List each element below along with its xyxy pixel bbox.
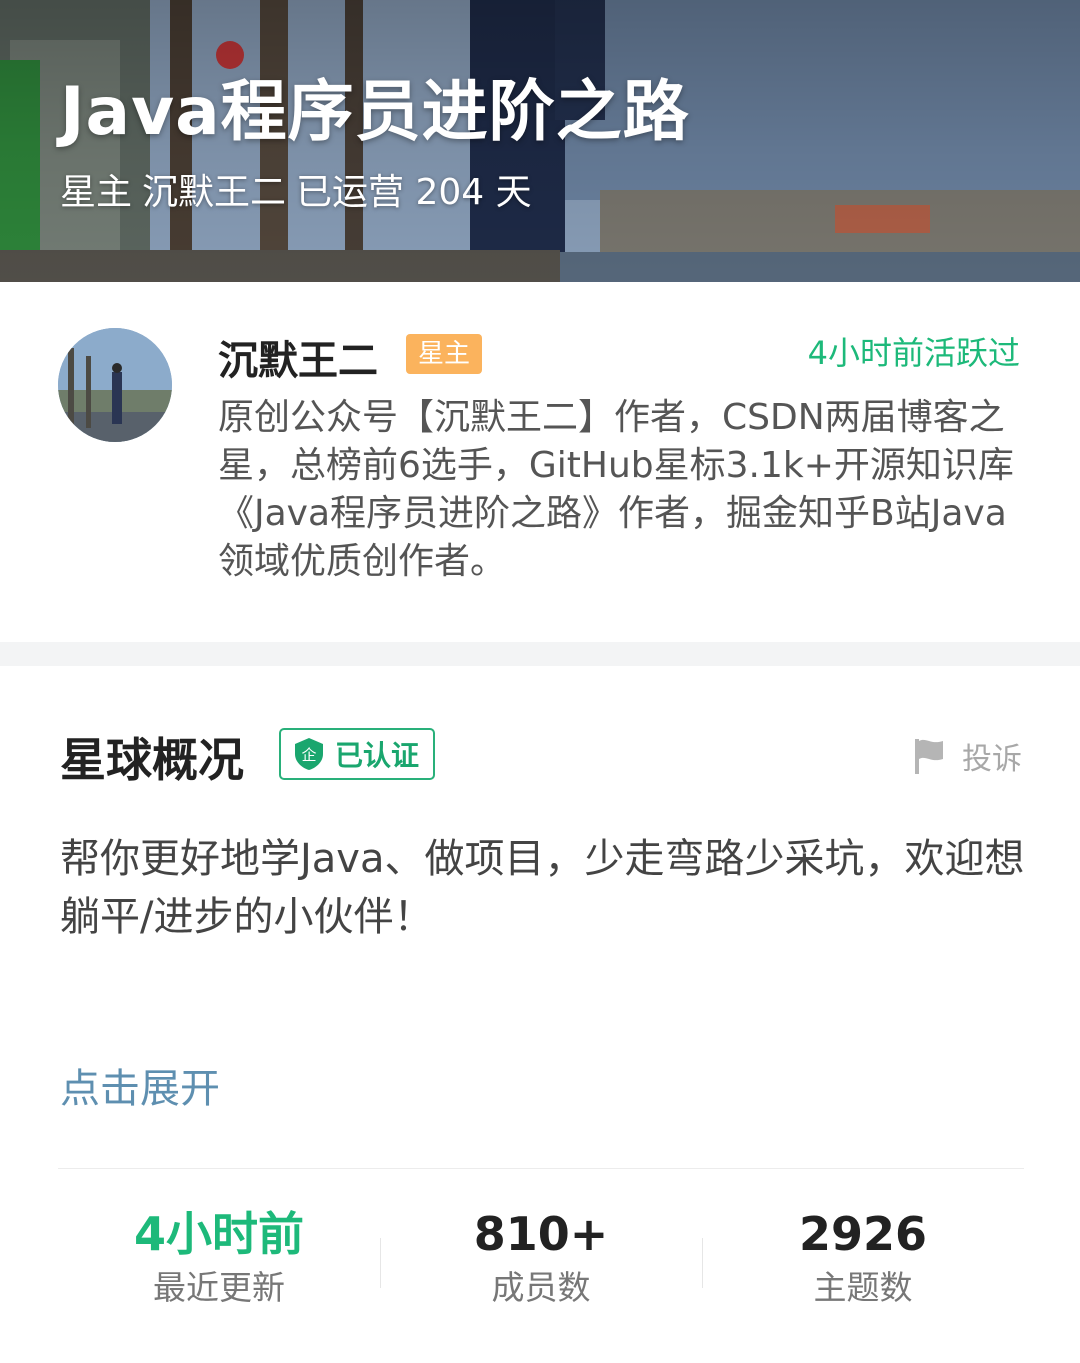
verified-label: 已认证 xyxy=(335,739,420,772)
stat-members[interactable]: 810+ 成员数 xyxy=(380,1206,702,1307)
report-button[interactable]: 投诉 xyxy=(912,734,1022,778)
planet-overview-section: 星球概况 企 已认证 投诉 帮你更好地学Java、做项目，少走弯路少采坑，欢迎想… xyxy=(0,666,1080,1363)
enterprise-shield-icon: 企 xyxy=(295,738,323,770)
stats-row: 4小时前 最近更新 810+ 成员数 2926 主题数 xyxy=(58,1206,1024,1307)
stat-label: 最近更新 xyxy=(153,1268,285,1307)
stat-last-update: 4小时前 最近更新 xyxy=(58,1206,380,1307)
planet-title: Java程序员进阶之路 xyxy=(60,73,690,150)
stat-label: 成员数 xyxy=(491,1268,591,1307)
last-active-status: 4小时前活跃过 xyxy=(807,334,1020,372)
expand-link[interactable]: 点击展开 xyxy=(60,1056,220,1114)
owner-bio: 原创公众号【沉默王二】作者，CSDN两届博客之星，总榜前6选手，GitHub星标… xyxy=(218,397,1014,582)
stats-divider xyxy=(58,1168,1024,1169)
stat-label: 主题数 xyxy=(813,1268,913,1307)
hero-owner-role: 星主 xyxy=(60,172,133,213)
hero-operating-days: 已运营 204 天 xyxy=(296,172,532,213)
overview-title: 星球概况 xyxy=(60,733,244,787)
verified-badge[interactable]: 企 已认证 xyxy=(279,728,436,780)
avatar-image xyxy=(58,328,172,442)
owner-card: 沉默王二 星主 4小时前活跃过 原创公众号【沉默王二】作者，CSDN两届博客之星… xyxy=(0,282,1080,642)
stat-value: 4小时前 xyxy=(133,1207,304,1261)
planet-hero-banner: Java程序员进阶之路 星主 沉默王二 已运营 204 天 xyxy=(0,0,1080,282)
avatar[interactable] xyxy=(58,328,172,442)
hero-owner-name[interactable]: 沉默王二 xyxy=(142,172,286,213)
stat-topics[interactable]: 2926 主题数 xyxy=(702,1206,1024,1307)
hero-subtitle: 星主 沉默王二 已运营 204 天 xyxy=(60,163,542,215)
owner-role-badge: 星主 xyxy=(406,334,483,374)
report-label: 投诉 xyxy=(962,742,1022,777)
owner-name[interactable]: 沉默王二 xyxy=(218,328,378,386)
verified-icon-char: 企 xyxy=(301,746,316,764)
planet-description: 帮你更好地学Java、做项目，少走弯路少采坑，欢迎想躺平/进步的小伙伴！ xyxy=(60,836,1025,940)
section-divider xyxy=(0,642,1080,666)
stat-value: 810+ xyxy=(473,1207,609,1261)
flag-icon xyxy=(915,739,943,774)
stat-value: 2926 xyxy=(798,1207,928,1261)
